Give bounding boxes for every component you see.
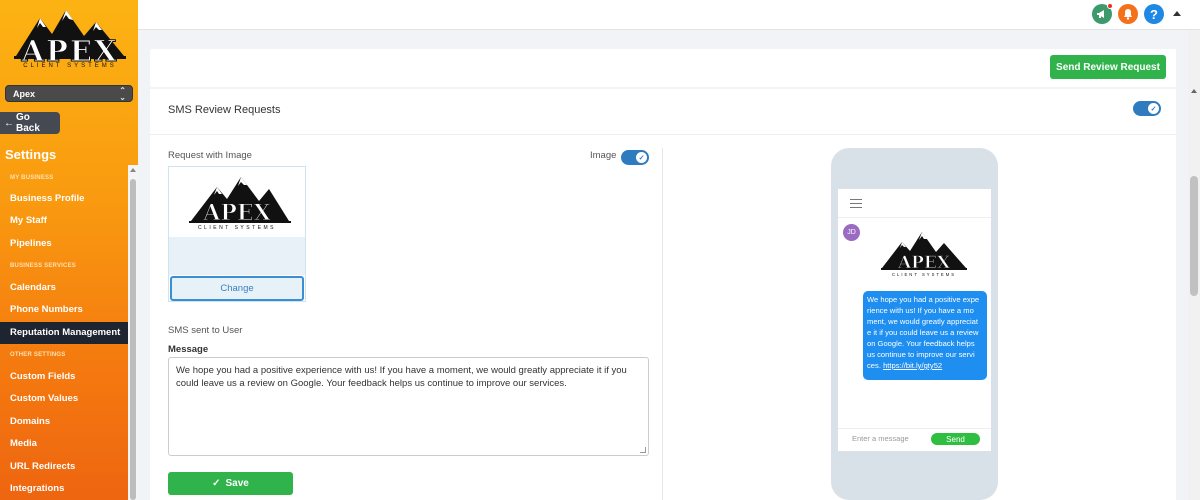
sidebar-item-media[interactable]: Media bbox=[0, 433, 128, 455]
card-title: SMS Review Requests bbox=[168, 104, 281, 116]
location-select[interactable]: Apex ⌃ ⌄ bbox=[5, 85, 133, 102]
check-icon: ✓ bbox=[636, 152, 647, 163]
header-card bbox=[150, 49, 1176, 87]
review-link[interactable]: https://bit.ly/gty52 bbox=[883, 361, 942, 370]
page-scroll-thumb[interactable] bbox=[1190, 176, 1198, 296]
sms-review-toggle[interactable]: ✓ bbox=[1133, 101, 1161, 116]
go-back-button[interactable]: ← Go Back bbox=[0, 112, 60, 134]
compose-divider bbox=[838, 428, 991, 429]
request-image: APEX CLIENT SYSTEMS bbox=[169, 167, 305, 237]
sidebar: APEX CLIENT SYSTEMS Apex ⌃ ⌄ ← Go Back Se… bbox=[0, 0, 138, 500]
help-icon[interactable]: ? bbox=[1144, 4, 1164, 24]
bell-icon[interactable] bbox=[1118, 4, 1138, 24]
nav-section-business-services: BUSINESS SERVICES bbox=[10, 263, 76, 269]
image-placeholder bbox=[169, 237, 305, 275]
arrow-left-icon: ← bbox=[4, 117, 14, 129]
column-divider bbox=[662, 148, 663, 500]
megaphone-icon[interactable] bbox=[1092, 3, 1113, 24]
image-toggle-label: Image bbox=[590, 150, 617, 161]
sidebar-scroll-thumb[interactable] bbox=[130, 179, 136, 500]
sidebar-scrollbar[interactable] bbox=[128, 165, 138, 500]
sms-sent-label: SMS sent to User bbox=[168, 325, 243, 336]
bubble-line: rience with us! If you have a mo bbox=[867, 306, 974, 315]
updown-chevron-icon: ⌃ ⌄ bbox=[119, 86, 126, 102]
save-button[interactable]: ✓ Save bbox=[168, 472, 293, 495]
logo-subtext: CLIENT SYSTEMS bbox=[23, 63, 117, 69]
bubble-line: us continue to improve our servi bbox=[867, 350, 975, 359]
compose-input: Enter a message bbox=[852, 434, 909, 443]
check-icon: ✓ bbox=[1148, 103, 1159, 114]
bubble-line: on Google. Your feedback helps bbox=[867, 339, 975, 348]
nav-section-other-settings: OTHER SETTINGS bbox=[10, 352, 66, 358]
resize-handle-icon[interactable] bbox=[640, 447, 646, 453]
message-bubble: We hope you had a positive expe rience w… bbox=[863, 291, 987, 380]
sidebar-item-integrations[interactable]: Integrations bbox=[0, 478, 128, 500]
divider bbox=[150, 134, 1176, 135]
sidebar-item-custom-fields[interactable]: Custom Fields bbox=[0, 366, 128, 388]
bubble-line: We hope you had a positive expe bbox=[867, 295, 980, 304]
image-toggle[interactable]: ✓ bbox=[621, 150, 649, 165]
go-back-label: Go Back bbox=[16, 112, 40, 134]
sidebar-item-domains[interactable]: Domains bbox=[0, 411, 128, 433]
bubble-line-end: ces. bbox=[867, 361, 881, 370]
notification-dot bbox=[1107, 3, 1113, 9]
location-select-value: Apex bbox=[13, 89, 36, 99]
preview-send-button: Send bbox=[931, 433, 980, 445]
message-textarea[interactable]: We hope you had a positive experience wi… bbox=[168, 357, 649, 456]
settings-title: Settings bbox=[5, 147, 57, 162]
sidebar-item-phone-numbers[interactable]: Phone Numbers bbox=[0, 299, 128, 321]
sidebar-item-pipelines[interactable]: Pipelines bbox=[0, 233, 128, 255]
sidebar-item-url-redirects[interactable]: URL Redirects bbox=[0, 456, 128, 478]
preview-image: APEX CLIENT SYSTEMS bbox=[876, 228, 972, 280]
account-caret-icon[interactable] bbox=[1173, 11, 1181, 16]
hamburger-menu-icon bbox=[850, 199, 862, 208]
nav-section-my-business: MY BUSINESS bbox=[10, 175, 54, 181]
message-label: Message bbox=[168, 344, 209, 355]
sidebar-item-business-profile[interactable]: Business Profile bbox=[0, 188, 128, 210]
svg-text:APEX: APEX bbox=[897, 253, 951, 273]
sidebar-item-custom-values[interactable]: Custom Values bbox=[0, 388, 128, 410]
bubble-line: e it if you could leave us a review bbox=[867, 328, 979, 337]
svg-text:CLIENT SYSTEMS: CLIENT SYSTEMS bbox=[892, 272, 956, 277]
scroll-up-arrow-icon[interactable] bbox=[1191, 89, 1197, 93]
sidebar-item-my-staff[interactable]: My Staff bbox=[0, 210, 128, 232]
svg-text:CLIENT SYSTEMS: CLIENT SYSTEMS bbox=[198, 225, 276, 231]
sidebar-item-reputation-management[interactable]: Reputation Management bbox=[0, 322, 128, 344]
scroll-up-arrow-icon[interactable] bbox=[130, 168, 136, 172]
apex-logo: APEX CLIENT SYSTEMS bbox=[10, 6, 130, 76]
page-scrollbar[interactable] bbox=[1188, 30, 1200, 500]
svg-text:APEX: APEX bbox=[202, 200, 271, 226]
change-image-button[interactable]: Change bbox=[170, 276, 304, 301]
topbar: ? bbox=[138, 0, 1200, 30]
message-text: We hope you had a positive experience wi… bbox=[176, 365, 627, 389]
save-label: Save bbox=[225, 478, 249, 489]
bubble-line: ces. https://bit.ly/gty52 bbox=[867, 360, 983, 371]
check-icon: ✓ bbox=[212, 478, 221, 489]
request-with-image-label: Request with Image bbox=[168, 150, 252, 161]
avatar: JD bbox=[843, 224, 860, 241]
sidebar-item-calendars[interactable]: Calendars bbox=[0, 277, 128, 299]
send-review-request-button[interactable]: Send Review Request bbox=[1050, 55, 1166, 79]
bubble-line: ment, we would greatly appreciat bbox=[867, 317, 979, 326]
